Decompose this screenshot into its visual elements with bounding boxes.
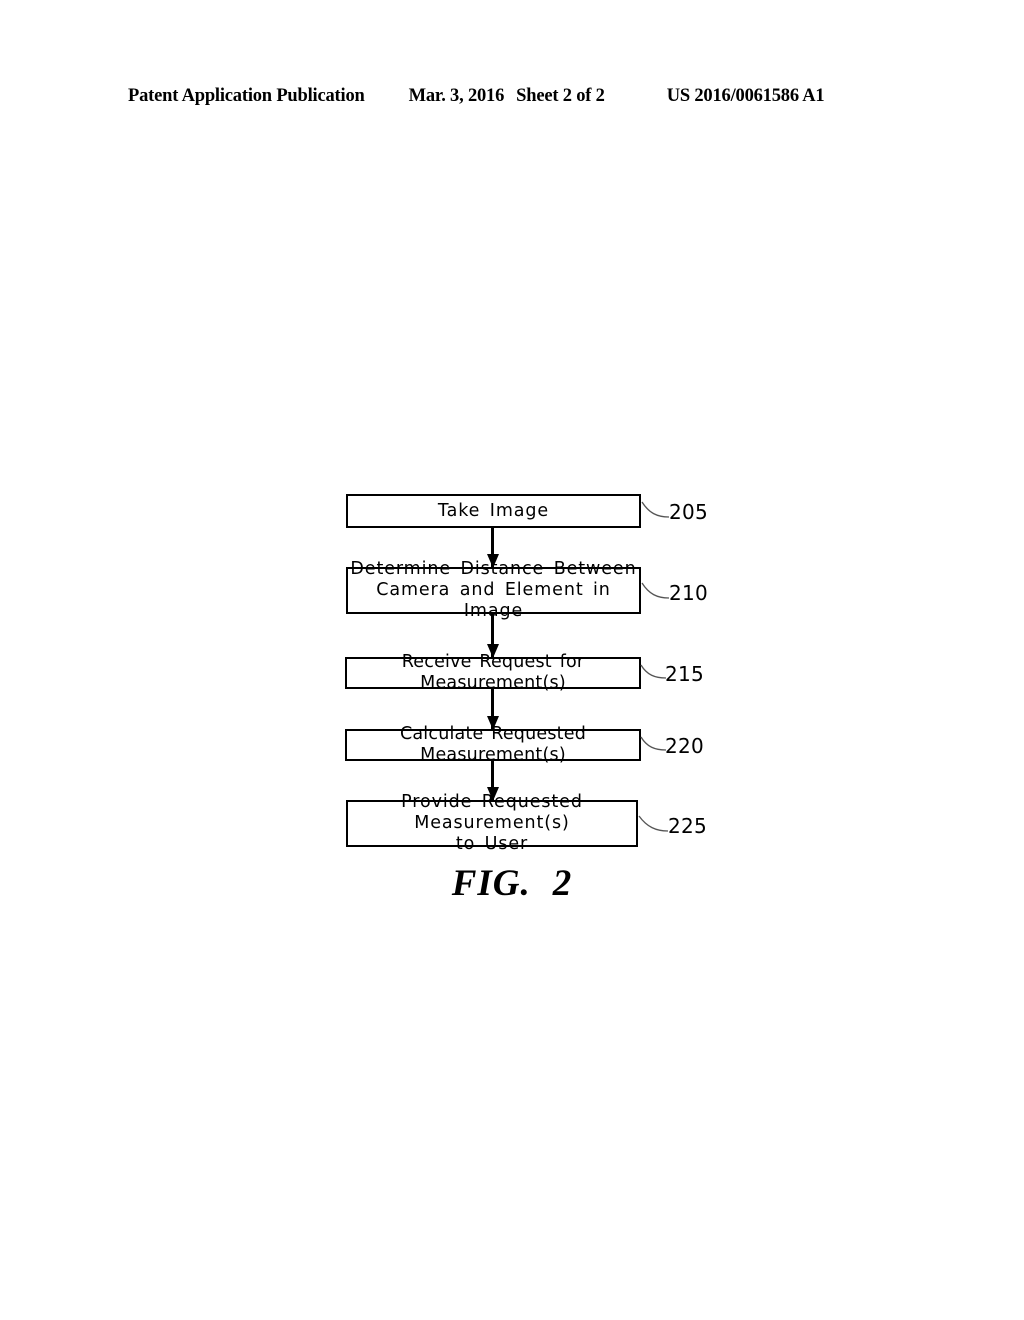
- flow-step-220-label: Calculate Requested Measurement(s): [399, 724, 587, 765]
- figure-caption-number: 2: [552, 863, 573, 904]
- leader-line-225: [638, 814, 670, 836]
- flow-step-225: Provide Requested Measurement(s) to User: [346, 792, 638, 854]
- leader-line-215: [640, 663, 668, 683]
- flow-step-205-label: Take Image: [437, 500, 550, 521]
- flow-step-225-label: Provide Requested Measurement(s) to User: [401, 792, 583, 854]
- leader-line-220: [640, 735, 668, 755]
- leader-line-205: [641, 500, 671, 522]
- reference-numeral-205: 205: [669, 500, 709, 524]
- figure-2-flowchart: Take Image Determine Distance Between Ca…: [0, 0, 1024, 1320]
- flow-step-210-label: Determine Distance Between Camera and El…: [350, 559, 637, 621]
- flow-step-215-label: Receive Request for Measurement(s): [401, 652, 585, 693]
- flow-step-215: Receive Request for Measurement(s): [345, 652, 641, 693]
- leader-line-210: [641, 581, 671, 603]
- flow-step-220: Calculate Requested Measurement(s): [345, 724, 641, 765]
- figure-caption-word: FIG.: [451, 863, 531, 904]
- reference-numeral-225: 225: [668, 814, 708, 838]
- reference-numeral-220: 220: [665, 734, 705, 758]
- connector-arrow-210-215: [491, 614, 494, 657]
- reference-numeral-215: 215: [665, 662, 705, 686]
- reference-numeral-210: 210: [669, 581, 709, 605]
- connector-arrow-215-220: [491, 689, 494, 729]
- figure-caption: FIG. 2: [0, 862, 1024, 905]
- flow-step-205: Take Image: [346, 494, 641, 528]
- flow-step-210: Determine Distance Between Camera and El…: [346, 559, 641, 621]
